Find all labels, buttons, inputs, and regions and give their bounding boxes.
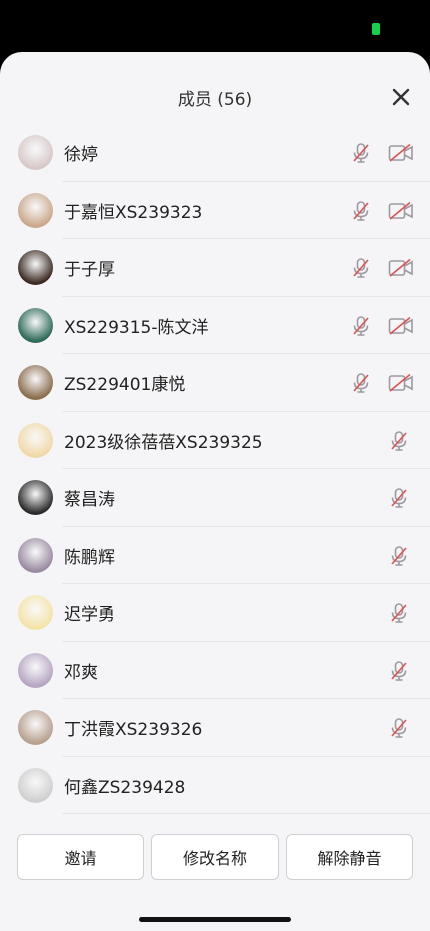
avatar — [18, 192, 53, 228]
mic-muted-icon[interactable] — [388, 660, 410, 682]
avatar — [18, 652, 53, 688]
footer-buttons: 邀请 修改名称 解除静音 — [0, 834, 430, 880]
mic-muted-icon[interactable] — [350, 142, 372, 164]
status-indicator — [372, 23, 380, 35]
invite-button[interactable]: 邀请 — [17, 834, 144, 880]
member-name: 于子厚 — [64, 260, 115, 281]
unmute-button[interactable]: 解除静音 — [286, 834, 413, 880]
member-name: 何鑫ZS239428 — [64, 777, 186, 798]
camera-off-icon[interactable] — [388, 201, 414, 221]
avatar — [18, 480, 53, 516]
member-name: 丁洪霞XS239326 — [64, 720, 203, 741]
avatar — [18, 537, 53, 573]
member-row[interactable]: 邓爽 — [0, 642, 430, 700]
member-row[interactable]: XS229315-陈文洋 — [0, 297, 430, 355]
members-sheet: 成员 (56) 徐婷于嘉恒XS239323 于子厚 XS229315-陈文洋 ZS22… — [0, 52, 430, 931]
member-row[interactable]: 何鑫ZS239428 — [0, 757, 430, 815]
camera-off-icon[interactable] — [388, 258, 414, 278]
avatar — [18, 250, 53, 286]
member-row[interactable]: 2023级徐蓓蓓XS239325 — [0, 412, 430, 470]
member-name: 于嘉恒XS239323 — [64, 202, 203, 223]
member-name: 徐婷 — [64, 145, 98, 166]
avatar — [18, 710, 53, 746]
member-name: 2023级徐蓓蓓XS239325 — [64, 432, 263, 453]
avatar — [18, 767, 53, 803]
home-indicator — [139, 917, 291, 922]
mic-muted-icon[interactable] — [388, 487, 410, 509]
member-name: 邓爽 — [64, 662, 98, 683]
mic-muted-icon[interactable] — [350, 372, 372, 394]
member-name: 蔡昌涛 — [64, 490, 115, 511]
member-name: ZS229401康悦 — [64, 375, 186, 396]
close-icon — [392, 88, 410, 106]
member-row[interactable]: 丁洪霞XS239326 — [0, 699, 430, 757]
member-row[interactable]: 徐婷 — [0, 124, 430, 182]
mic-muted-icon[interactable] — [388, 545, 410, 567]
avatar — [18, 595, 53, 631]
camera-off-icon[interactable] — [388, 316, 414, 336]
member-row[interactable]: 于嘉恒XS239323 — [0, 182, 430, 240]
camera-off-icon[interactable] — [388, 143, 414, 163]
mic-muted-icon[interactable] — [388, 602, 410, 624]
member-name: 陈鹏辉 — [64, 547, 115, 568]
avatar — [18, 135, 53, 171]
mic-muted-icon[interactable] — [388, 717, 410, 739]
close-button[interactable] — [386, 82, 416, 112]
camera-off-icon[interactable] — [388, 373, 414, 393]
mic-muted-icon[interactable] — [350, 315, 372, 337]
member-row[interactable]: 于子厚 — [0, 239, 430, 297]
member-row[interactable]: ZS229401康悦 — [0, 354, 430, 412]
member-list: 徐婷于嘉恒XS239323 于子厚 XS229315-陈文洋 ZS229401康悦 20… — [0, 124, 430, 814]
member-row[interactable]: 蔡昌涛 — [0, 469, 430, 527]
mic-muted-icon[interactable] — [350, 257, 372, 279]
member-name: XS229315-陈文洋 — [64, 317, 209, 338]
mic-muted-icon[interactable] — [350, 200, 372, 222]
mic-muted-icon[interactable] — [388, 430, 410, 452]
page-title: 成员 (56) — [177, 90, 253, 110]
avatar — [18, 422, 53, 458]
member-row[interactable]: 迟学勇 — [0, 584, 430, 642]
avatar — [18, 307, 53, 343]
member-row[interactable]: 陈鹏辉 — [0, 527, 430, 585]
member-name: 迟学勇 — [64, 605, 115, 626]
avatar — [18, 365, 53, 401]
rename-button[interactable]: 修改名称 — [151, 834, 279, 880]
